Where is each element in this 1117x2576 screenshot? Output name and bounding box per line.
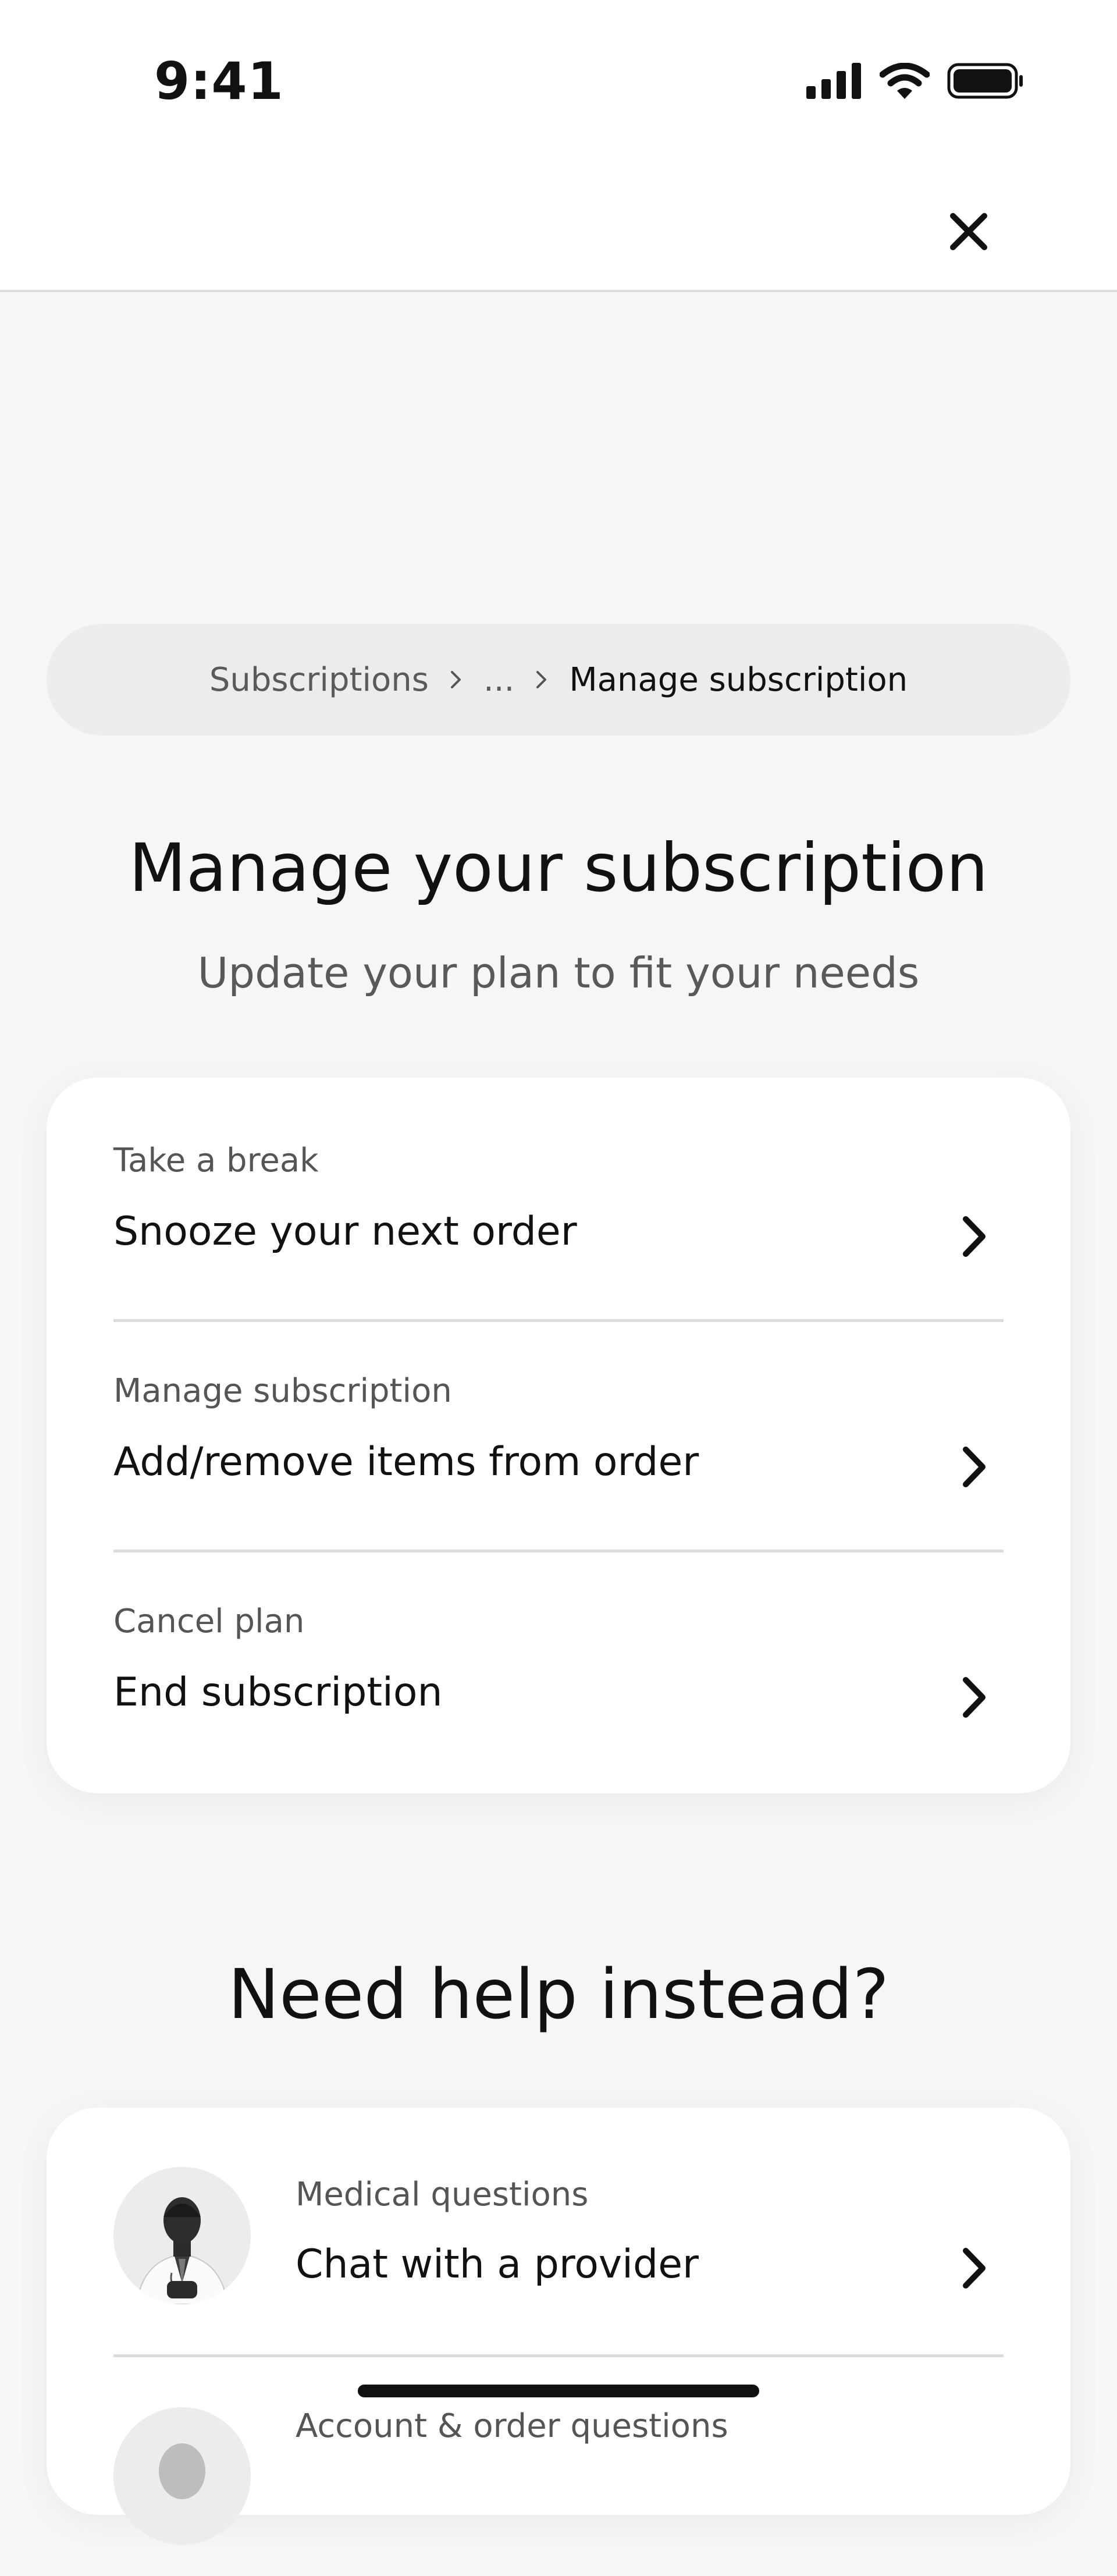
option-title: Add/remove items from order [113,1439,699,1485]
status-icons [806,62,1024,101]
option-end-subscription[interactable]: Cancel plan End subscription [113,1539,1004,1768]
close-button[interactable] [937,201,1001,265]
battery-icon [947,63,1024,101]
chevron-right-icon [957,1674,992,1721]
option-kicker: Cancel plan [113,1603,305,1640]
chevron-right-icon [957,1444,992,1490]
help-title: Need help instead? [227,1954,890,2034]
page-subtitle: Update your plan to fit your needs [197,948,920,997]
help-kicker: Account & order questions [296,2407,728,2445]
breadcrumb-subscriptions[interactable]: Subscriptions [209,661,429,699]
option-kicker: Take a break [113,1142,319,1179]
help-title-text: Chat with a provider [296,2241,699,2287]
option-kicker: Manage subscription [113,1372,452,1410]
chevron-right-icon [535,670,548,690]
breadcrumb-current: Manage subscription [569,660,908,699]
home-indicator [358,2385,759,2397]
help-kicker: Medical questions [296,2176,589,2213]
chevron-right-icon [957,1213,992,1260]
option-title: Snooze your next order [113,1209,577,1255]
option-add-remove-items[interactable]: Manage subscription Add/remove items fro… [113,1308,1004,1538]
breadcrumb: Subscriptions ... Manage subscription [47,624,1070,736]
signal-icon [806,63,862,101]
breadcrumb-ellipsis[interactable]: ... [483,661,514,699]
avatar [113,2407,251,2545]
help-card: Medical questions Chat with a provider A… [47,2108,1070,2545]
help-item-account-order[interactable]: Account & order questions [113,2343,1004,2576]
chevron-right-icon [957,2245,992,2291]
option-title: End subscription [113,1669,443,1715]
doctor-photo [113,2167,251,2304]
option-snooze-order[interactable]: Take a break Snooze your next order [113,1078,1004,1307]
close-icon [948,211,989,254]
support-photo [113,2407,251,2545]
wifi-icon [879,62,930,101]
chevron-right-icon [450,670,463,690]
subscription-options-card: Take a break Snooze your next order Mana… [47,1078,1070,1793]
status-time: 9:41 [154,51,284,111]
help-item-chat-provider[interactable]: Medical questions Chat with a provider [113,2108,1004,2340]
avatar [113,2167,251,2304]
header: 9:41 [0,0,1117,292]
page-title: Manage your subscription [129,829,988,907]
